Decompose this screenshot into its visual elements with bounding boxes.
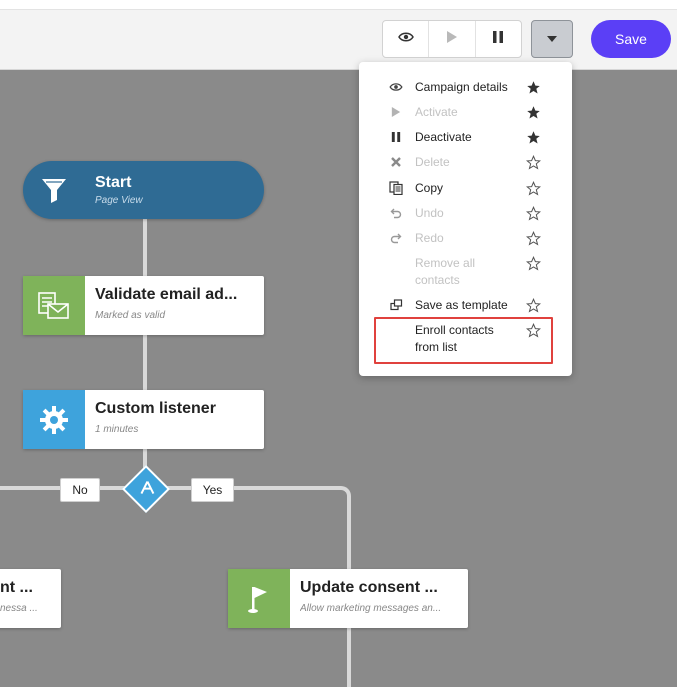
star-outline-icon[interactable] (525, 297, 541, 313)
activate-button[interactable] (429, 21, 476, 57)
play-icon (388, 104, 404, 120)
email-validate-icon (23, 276, 85, 335)
top-strip (0, 0, 677, 10)
menu-item-label: Copy (415, 181, 444, 195)
custom-listener-node[interactable]: Custom listener 1 minutes (23, 390, 264, 449)
gear-icon (23, 390, 85, 449)
menu-item-campaign-details[interactable]: Campaign details (359, 79, 572, 96)
star-outline-icon[interactable] (525, 255, 541, 271)
template-icon (388, 297, 404, 313)
star-outline-icon[interactable] (525, 230, 541, 246)
validate-email-title: Validate email ad... (95, 286, 238, 303)
menu-item-label: Delete (415, 155, 450, 169)
flag-icon (228, 569, 290, 628)
branch-label-yes: Yes (191, 478, 234, 502)
start-node-subtitle: Page View (95, 195, 143, 206)
menu-item-redo[interactable]: Redo (359, 230, 572, 247)
menu-item-label: Enroll contacts from list (415, 323, 494, 354)
connector-validate-listener (143, 335, 147, 390)
menu-item-label: Undo (415, 206, 444, 220)
update-consent-subtitle: Allow marketing messages an... (300, 603, 442, 614)
save-button[interactable]: Save (591, 20, 671, 58)
start-node-title: Start (95, 174, 132, 191)
partial-node-title: nt ... (0, 579, 33, 596)
menu-item-label: Remove all contacts (415, 256, 476, 287)
redo-icon (388, 230, 404, 246)
menu-item-label: Campaign details (415, 80, 508, 94)
custom-listener-title: Custom listener (95, 400, 216, 417)
eye-icon (397, 30, 414, 48)
star-outline-icon[interactable] (525, 180, 541, 196)
partial-node-left[interactable]: nt ... nessa ... (0, 569, 61, 628)
partial-node-subtitle: nessa ... (0, 603, 38, 614)
branch-label-no: No (60, 478, 100, 502)
update-consent-node[interactable]: Update consent ... Allow marketing messa… (228, 569, 468, 628)
menu-item-copy[interactable]: Copy (359, 180, 572, 197)
menu-item-undo[interactable]: Undo (359, 205, 572, 222)
star-outline-icon[interactable] (525, 322, 541, 338)
menu-item-label: Deactivate (415, 130, 472, 144)
undo-icon (388, 205, 404, 221)
pause-button[interactable] (476, 21, 521, 57)
pause-icon (388, 129, 404, 145)
more-actions-dropdown-button[interactable] (531, 20, 573, 58)
play-icon (446, 30, 458, 49)
close-icon (388, 154, 404, 170)
menu-item-enroll-contacts[interactable]: Enroll contacts from list (359, 322, 572, 356)
connector-start-validate (143, 219, 147, 276)
pause-icon (492, 30, 504, 49)
menu-item-label: Save as template (415, 298, 508, 312)
star-filled-icon[interactable] (525, 129, 541, 145)
funnel-icon (23, 175, 85, 205)
eye-icon (388, 79, 404, 95)
validate-email-node[interactable]: Validate email ad... Marked as valid (23, 276, 264, 335)
star-outline-icon[interactable] (525, 205, 541, 221)
split-icon (132, 475, 161, 504)
toolbar-button-group (382, 20, 522, 58)
copy-icon (388, 180, 404, 196)
menu-item-delete[interactable]: Delete (359, 154, 572, 171)
star-filled-icon[interactable] (525, 104, 541, 120)
preview-button[interactable] (383, 21, 430, 57)
caret-down-icon (546, 30, 558, 48)
menu-item-deactivate[interactable]: Deactivate (359, 129, 572, 146)
menu-item-save-as-template[interactable]: Save as template (359, 297, 572, 314)
star-outline-icon[interactable] (525, 154, 541, 170)
top-toolbar: Save (0, 0, 677, 70)
validate-email-subtitle: Marked as valid (95, 310, 166, 321)
more-actions-menu: Campaign details Activate Deactivate Del… (359, 62, 572, 376)
menu-item-label: Activate (415, 105, 458, 119)
menu-item-activate[interactable]: Activate (359, 104, 572, 121)
custom-listener-subtitle: 1 minutes (95, 424, 139, 435)
menu-item-label: Redo (415, 231, 444, 245)
star-filled-icon[interactable] (525, 79, 541, 95)
start-node[interactable]: Start Page View (23, 161, 264, 219)
menu-item-remove-all-contacts[interactable]: Remove all contacts (359, 255, 572, 289)
update-consent-title: Update consent ... (300, 579, 438, 596)
